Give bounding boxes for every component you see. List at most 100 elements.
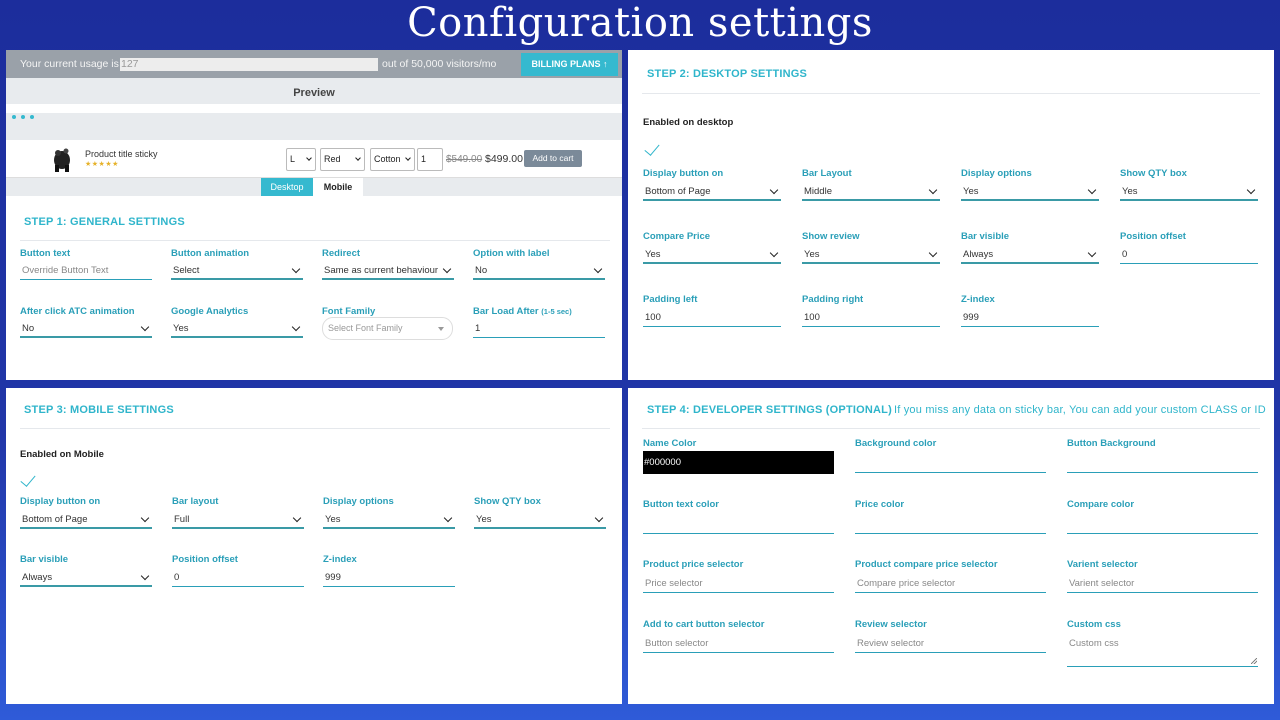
z-index-input[interactable]: 999 — [323, 570, 455, 587]
tab-desktop[interactable]: Desktop — [261, 178, 313, 196]
display-button-on-select[interactable]: Bottom of Page — [643, 184, 781, 201]
custom-css-textarea[interactable]: Custom css — [1067, 636, 1258, 667]
field-label: Google Analytics — [171, 306, 249, 317]
bar-layout-field: Bar layout Full — [172, 496, 304, 529]
font-family-select[interactable]: Select Font Family — [322, 317, 453, 340]
chevron-down-icon — [292, 513, 302, 523]
chevron-down-icon — [769, 248, 779, 258]
compare-color-input[interactable] — [1067, 517, 1258, 534]
field-label: Compare color — [1067, 499, 1135, 510]
step3-title: STEP 3: MOBILE SETTINGS — [24, 404, 174, 416]
field-label: Bar Layout — [802, 168, 852, 179]
price-color-input[interactable] — [855, 517, 1046, 534]
review-selector-input[interactable]: Review selector — [855, 636, 1046, 653]
divider — [642, 93, 1260, 94]
chevron-down-icon — [140, 322, 150, 332]
tab-mobile[interactable]: Mobile — [313, 178, 363, 196]
button-text-color-input[interactable] — [643, 517, 834, 534]
select-value: Select — [173, 265, 200, 276]
position-offset-input[interactable]: 0 — [1120, 247, 1258, 264]
show-qty-box-field: Show QTY box Yes — [1120, 168, 1258, 201]
varient-selector-input[interactable]: Varient selector — [1067, 576, 1258, 593]
chevron-down-icon — [355, 155, 361, 161]
display-options-select[interactable]: Yes — [323, 512, 455, 529]
position-offset-input[interactable]: 0 — [172, 570, 304, 587]
billing-plans-button[interactable]: BILLING PLANS ↑ — [521, 53, 618, 76]
button-text-field: Button text Override Button Text — [20, 248, 152, 280]
varient-selector-field: Varient selector Varient selector — [1067, 559, 1258, 593]
select-value: No — [22, 323, 35, 334]
enabled-mobile-checkbox[interactable] — [20, 471, 36, 487]
padding-right-field: Padding right 100 — [802, 294, 940, 327]
field-label: Price color — [855, 499, 905, 510]
chevron-down-icon — [442, 264, 452, 274]
font-family-field: Font Family Select Font Family — [322, 306, 454, 340]
material-select[interactable]: Cotton — [370, 148, 415, 171]
usage-suffix: out of 50,000 visitors/mo — [382, 58, 497, 70]
display-button-on-field: Display button on Bottom of Page — [20, 496, 152, 529]
atc-animation-field: After click ATC animation No — [20, 306, 152, 338]
select-value: Full — [174, 514, 190, 525]
show-qty-box-select[interactable]: Yes — [474, 512, 606, 529]
atc-button-selector-input[interactable]: Button selector — [643, 636, 834, 653]
option-with-label-select[interactable]: No — [473, 263, 605, 280]
show-review-select[interactable]: Yes — [802, 247, 940, 264]
show-qty-box-select[interactable]: Yes — [1120, 184, 1258, 201]
position-offset-field: Position offset 0 — [1120, 231, 1258, 264]
display-options-select[interactable]: Yes — [961, 184, 1099, 201]
add-to-cart-button[interactable]: Add to cart — [524, 150, 582, 167]
background-color-input[interactable] — [855, 456, 1046, 473]
bar-visible-field: Bar visible Always — [961, 231, 1099, 264]
bar-load-after-input[interactable]: 1 — [473, 321, 605, 338]
product-price-selector-input[interactable]: Price selector — [643, 576, 834, 593]
field-label: Button animation — [171, 248, 250, 259]
padding-left-input[interactable]: 100 — [643, 310, 781, 327]
bar-layout-select[interactable]: Middle — [802, 184, 940, 201]
name-color-field: Name Color #000000 — [643, 438, 834, 474]
resize-grip-icon[interactable] — [1251, 658, 1257, 664]
size-select[interactable]: L — [286, 148, 316, 171]
field-label: Button Background — [1067, 438, 1156, 449]
chevron-down-icon — [594, 513, 604, 523]
chevron-down-icon — [291, 322, 301, 332]
field-label: Redirect — [322, 248, 361, 259]
field-label: Show QTY box — [1120, 168, 1187, 179]
chevron-down-icon — [140, 513, 150, 523]
field-label: Button text color — [643, 499, 719, 510]
usage-input[interactable]: 127 — [120, 58, 378, 71]
compare-price-select[interactable]: Yes — [643, 247, 781, 264]
field-label: Show review — [802, 231, 860, 242]
field-label: Button text — [20, 248, 71, 259]
display-button-on-select[interactable]: Bottom of Page — [20, 512, 152, 529]
atc-animation-select[interactable]: No — [20, 321, 152, 338]
field-label: Display options — [323, 496, 394, 507]
compare-price-selector-input[interactable]: Compare price selector — [855, 576, 1046, 593]
bar-layout-select[interactable]: Full — [172, 512, 304, 529]
bar-visible-select[interactable]: Always — [20, 570, 152, 587]
field-label: Position offset — [1120, 231, 1186, 242]
field-label: Product price selector — [643, 559, 744, 570]
google-analytics-select[interactable]: Yes — [171, 321, 303, 338]
color-select[interactable]: Red — [320, 148, 365, 171]
chevron-down-icon — [140, 571, 150, 581]
padding-right-input[interactable]: 100 — [802, 310, 940, 327]
button-text-input[interactable]: Override Button Text — [20, 263, 152, 280]
label-hint: (1-5 sec) — [541, 307, 572, 316]
z-index-input[interactable]: 999 — [961, 310, 1099, 327]
field-label: Show QTY box — [474, 496, 541, 507]
button-animation-select[interactable]: Select — [171, 263, 303, 280]
redirect-select[interactable]: Same as current behaviour — [322, 263, 454, 280]
enabled-desktop-checkbox[interactable] — [644, 140, 660, 156]
field-label: Bar layout — [172, 496, 219, 507]
field-label: Product compare price selector — [855, 559, 998, 570]
field-label: Varient selector — [1067, 559, 1138, 570]
select-value: Bottom of Page — [22, 514, 88, 525]
chevron-down-icon — [1246, 185, 1256, 195]
general-settings-panel: Your current usage is 127 out of 50,000 … — [6, 50, 622, 380]
bar-visible-select[interactable]: Always — [961, 247, 1099, 264]
label-text: Bar Load After — [473, 306, 539, 317]
button-background-input[interactable] — [1067, 456, 1258, 473]
qty-input[interactable]: 1 — [417, 148, 443, 171]
name-color-input[interactable]: #000000 — [643, 451, 834, 474]
field-label: Bar visible — [961, 231, 1010, 242]
